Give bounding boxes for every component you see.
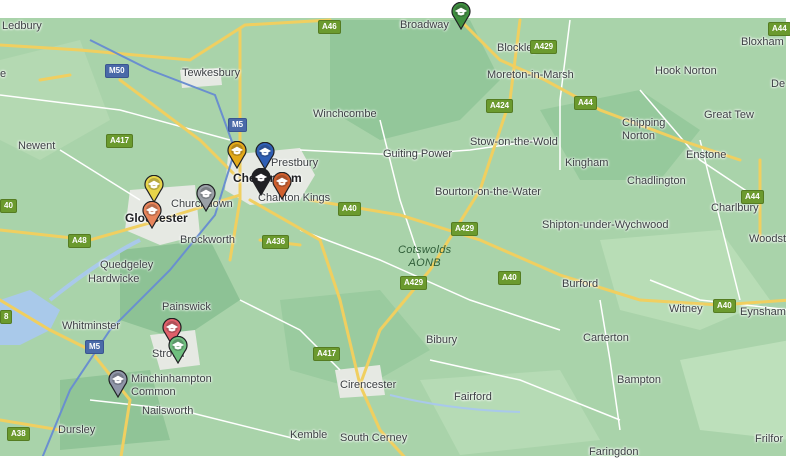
road-shield: A44 (741, 190, 764, 204)
aonb-label: Cotswolds AONB (398, 244, 452, 269)
road-shield: A44 (768, 22, 790, 36)
map-view[interactable]: Cotswolds AONB Ledbury Broadway Blockley Bl… (0, 0, 790, 463)
gloucester-yellow-pin[interactable] (144, 175, 164, 203)
place-label[interactable]: Ledbury (2, 20, 42, 33)
gloucester-salmon-pin[interactable] (142, 201, 162, 229)
map-pin-icon (227, 141, 247, 169)
map-pin-icon (144, 175, 164, 203)
place-label[interactable]: Minchinhampton Common (131, 373, 212, 399)
place-label[interactable]: Stow-on-the-Wold (470, 136, 558, 149)
map-pin-icon (108, 370, 128, 398)
place-label[interactable]: South Cerney (340, 432, 407, 445)
place-label[interactable]: Kemble (290, 429, 327, 442)
bottom-band (0, 456, 790, 463)
road-shield: A44 (574, 96, 597, 110)
stroud-green-pin[interactable] (168, 336, 188, 364)
road-shield: A417 (106, 134, 134, 148)
road-shield: 40 (0, 199, 17, 213)
road-shield: A424 (486, 99, 514, 113)
map-pin-icon (255, 142, 275, 170)
road-shield: A436 (262, 235, 290, 249)
place-label[interactable]: Bloxham (741, 36, 784, 49)
road-shield: A38 (7, 427, 30, 441)
road-shield: A48 (68, 234, 91, 248)
place-label[interactable]: Bampton (617, 374, 661, 387)
road-shield: A40 (713, 299, 736, 313)
place-label[interactable]: Kingham (565, 157, 608, 170)
road-shield: A46 (318, 20, 341, 34)
road-shield: 8 (0, 310, 13, 324)
place-label[interactable]: Witney (669, 303, 703, 316)
broadway-pin[interactable] (451, 2, 471, 30)
place-label[interactable]: Enstone (686, 149, 726, 162)
place-label[interactable]: Carterton (583, 332, 629, 345)
map-pin-icon (251, 168, 271, 196)
place-label[interactable]: Newent (18, 140, 55, 153)
place-label[interactable]: Shipton-under-Wychwood (542, 219, 668, 232)
place-label[interactable]: Whitminster (62, 320, 120, 333)
place-label[interactable]: Eynsham (740, 306, 786, 319)
place-label[interactable]: Bourton-on-the-Water (435, 186, 541, 199)
road-shield: M5 (85, 340, 105, 354)
place-label[interactable]: Frilfor (755, 433, 783, 446)
place-label[interactable]: Moreton-in-Marsh (487, 69, 574, 82)
place-label[interactable]: Fairford (454, 391, 492, 404)
road-shield: A429 (400, 276, 428, 290)
place-label[interactable]: Faringdon (589, 446, 639, 459)
place-label[interactable]: Nailsworth (142, 405, 193, 418)
place-label[interactable]: e (0, 68, 6, 81)
charlton-kings-orange-pin[interactable] (272, 172, 292, 200)
place-label[interactable]: Dursley (58, 424, 95, 437)
place-label[interactable]: Broadway (400, 19, 449, 32)
place-label[interactable]: Hardwicke (88, 273, 139, 286)
place-label[interactable]: Burford (562, 278, 598, 291)
road-shield: A417 (313, 347, 341, 361)
place-label[interactable]: Painswick (162, 301, 211, 314)
place-label[interactable]: Quedgeley (100, 259, 153, 272)
prestbury-blue-pin[interactable] (255, 142, 275, 170)
map-pin-icon (196, 184, 216, 212)
map-pin-icon (451, 2, 471, 30)
cheltenham-gold-pin[interactable] (227, 141, 247, 169)
place-label[interactable]: Great Tew (704, 109, 754, 122)
churchdown-grey-pin[interactable] (196, 184, 216, 212)
place-label[interactable]: Winchcombe (313, 108, 377, 121)
place-label[interactable]: Brockworth (180, 234, 235, 247)
place-label[interactable]: Chipping Norton (622, 117, 665, 143)
place-label[interactable]: Cirencester (340, 379, 396, 392)
road-shield: A429 (530, 40, 558, 54)
place-label[interactable]: De (771, 78, 785, 91)
top-band (0, 0, 790, 18)
place-label[interactable]: Bibury (426, 334, 457, 347)
road-shield: A40 (498, 271, 521, 285)
place-label[interactable]: Tewkesbury (182, 67, 240, 80)
map-pin-icon (142, 201, 162, 229)
right-edge (786, 0, 790, 463)
place-label[interactable]: Hook Norton (655, 65, 717, 78)
map-pin-icon (272, 172, 292, 200)
place-label[interactable]: Chadlington (627, 175, 686, 188)
place-label[interactable]: Prestbury (271, 157, 318, 170)
cheltenham-black-pin[interactable] (251, 168, 271, 196)
minchinhampton-grey-pin[interactable] (108, 370, 128, 398)
road-shield: M50 (105, 64, 129, 78)
road-shield: A40 (338, 202, 361, 216)
place-label[interactable]: Guiting Power (383, 148, 452, 161)
road-shield: M5 (228, 118, 248, 132)
road-shield: A429 (451, 222, 479, 236)
map-pin-icon (168, 336, 188, 364)
place-label[interactable]: Woodst (749, 233, 786, 246)
